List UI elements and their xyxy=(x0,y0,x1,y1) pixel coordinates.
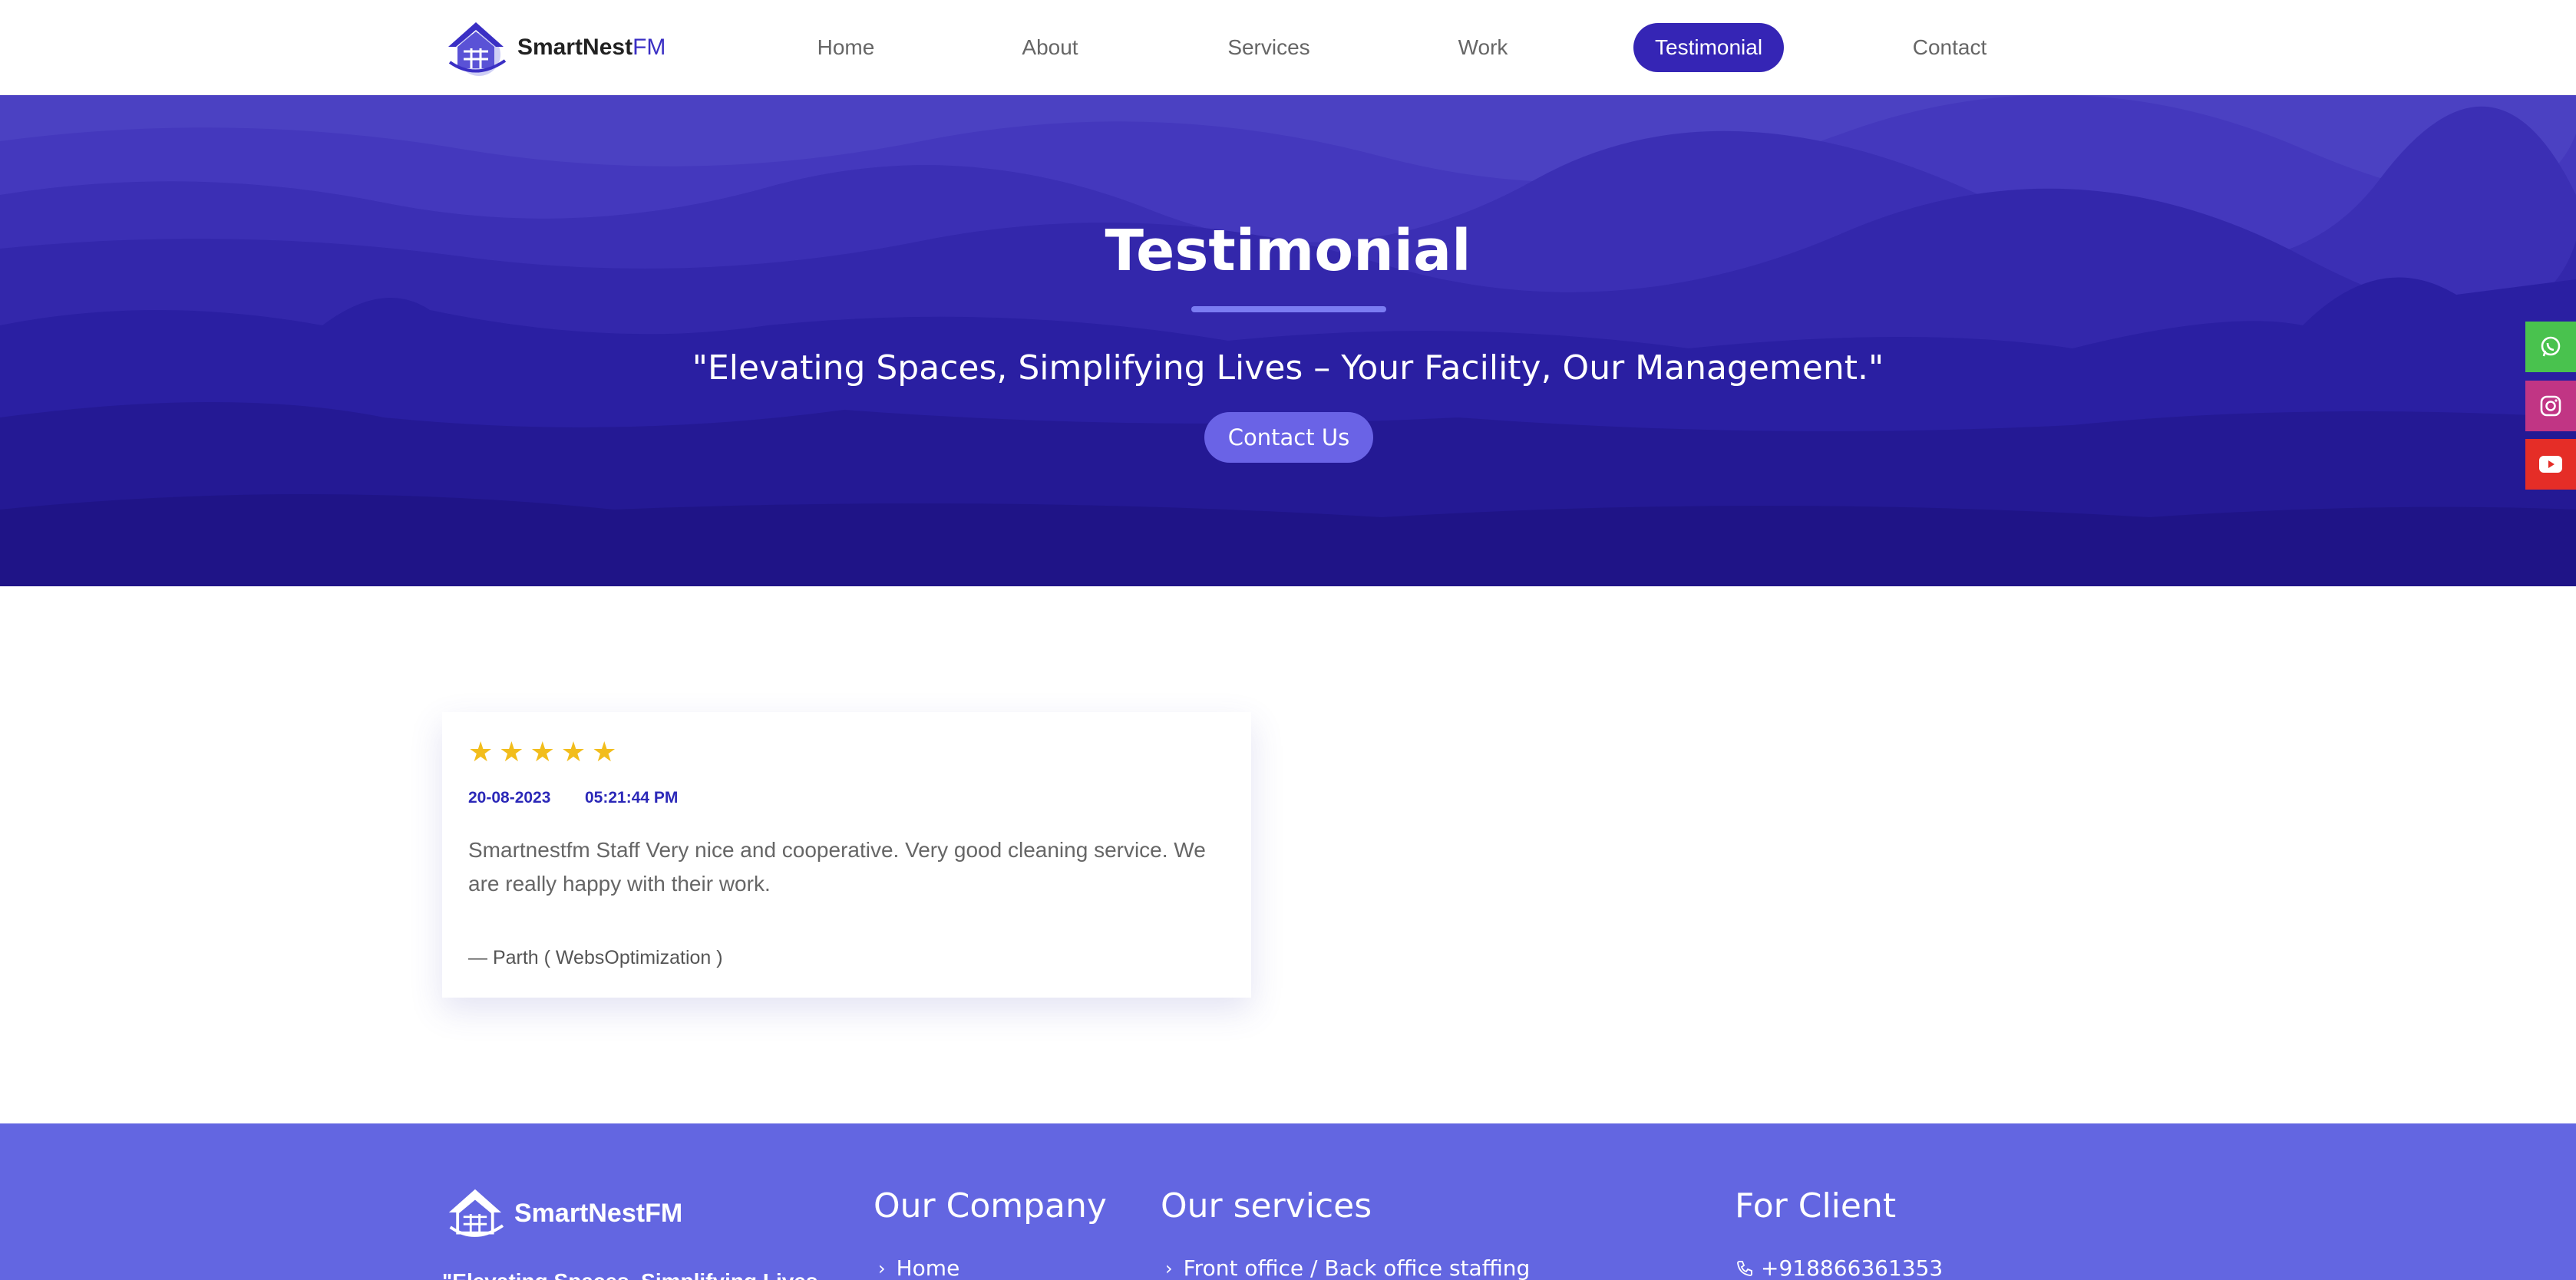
title-underline xyxy=(1191,306,1386,312)
youtube-button[interactable] xyxy=(2525,439,2576,490)
star-icon: ★ xyxy=(530,736,555,767)
house-logo-icon xyxy=(448,22,507,76)
review-author: — Parth ( WebsOptimization ) xyxy=(468,947,723,968)
footer-brand-name: SmartNestFM xyxy=(514,1198,683,1228)
hero-banner: Testimonial "Elevating Spaces, Simplifyi… xyxy=(0,95,2576,586)
top-navbar: SmartNestFM Home About Services Work Tes… xyxy=(0,0,2576,95)
phone-icon xyxy=(1737,1260,1752,1276)
whatsapp-icon xyxy=(2541,336,2561,357)
star-icon: ★ xyxy=(468,736,494,767)
footer-phone-link[interactable]: +918866361353 xyxy=(1736,1255,1943,1280)
hero-tagline: "Elevating Spaces, Simplifying Lives – Y… xyxy=(692,348,1884,388)
star-rating: ★ ★ ★ ★ ★ xyxy=(468,738,616,766)
testimonial-card: ★ ★ ★ ★ ★ 20-08-2023 05:21:44 PM Smartne… xyxy=(442,712,1251,998)
footer-client-heading: For Client xyxy=(1735,1186,1897,1226)
nav-contact[interactable]: Contact xyxy=(1905,23,1994,72)
footer-services-heading: Our services xyxy=(1161,1186,1372,1226)
page-title: Testimonial xyxy=(1105,218,1471,284)
review-time: 05:21:44 PM xyxy=(585,789,679,807)
footer-link-home[interactable]: › Home xyxy=(878,1255,959,1280)
star-icon: ★ xyxy=(499,736,524,767)
footer: SmartNestFM "Elevating Spaces, Simplifyi… xyxy=(0,1123,2576,1280)
brand-name: SmartNestFM xyxy=(517,35,666,60)
nav-work[interactable]: Work xyxy=(1452,23,1514,72)
nav-about[interactable]: About xyxy=(1012,23,1088,72)
instagram-icon xyxy=(2540,395,2561,417)
review-text: Smartnestfm Staff Very nice and cooperat… xyxy=(468,838,1206,896)
youtube-icon xyxy=(2539,456,2562,473)
nav-testimonial[interactable]: Testimonial xyxy=(1633,23,1785,72)
footer-brand[interactable]: SmartNestFM xyxy=(442,1185,682,1242)
mountain-background xyxy=(0,95,2576,586)
nav-services[interactable]: Services xyxy=(1220,23,1317,72)
star-icon: ★ xyxy=(560,736,586,767)
footer-link-front-office[interactable]: › Front office / Back office staffing xyxy=(1165,1255,1530,1280)
nav-home[interactable]: Home xyxy=(807,23,884,72)
star-icon: ★ xyxy=(592,736,617,767)
brand-logo-link[interactable]: SmartNestFM xyxy=(442,11,665,84)
whatsapp-button[interactable] xyxy=(2525,322,2576,372)
chevron-right-icon: › xyxy=(878,1257,886,1279)
review-date: 20-08-2023 xyxy=(468,789,551,807)
house-logo-icon xyxy=(448,1189,504,1237)
contact-us-button[interactable]: Contact Us xyxy=(1204,412,1373,463)
footer-tagline: "Elevating Spaces, Simplifying Lives xyxy=(442,1269,817,1280)
footer-company-heading: Our Company xyxy=(874,1186,1107,1226)
instagram-button[interactable] xyxy=(2525,381,2576,431)
chevron-right-icon: › xyxy=(1165,1257,1173,1279)
